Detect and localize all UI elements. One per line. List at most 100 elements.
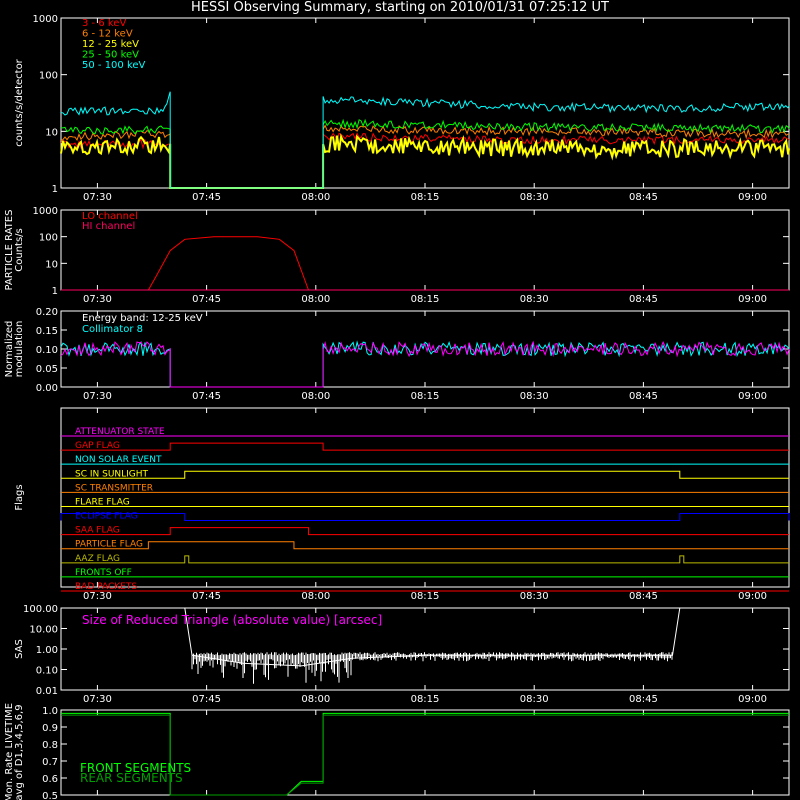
flag-label: NON SOLAR EVENT: [75, 455, 162, 465]
y-tick-label: 10.00: [29, 625, 58, 636]
x-tick-label: 08:45: [629, 694, 658, 705]
flag-label: FLARE FLAG: [75, 497, 130, 507]
y-tick-label: 0.20: [36, 307, 58, 318]
x-tick-label: 08:15: [411, 591, 440, 602]
y-axis-label: Flags: [14, 484, 25, 510]
y-axis-label-line: avg of D1,3,4,5,6,9: [14, 704, 25, 800]
flag-line: [61, 555, 789, 564]
y-tick-label: 0.05: [36, 364, 58, 375]
flag-label: SC TRANSMITTER: [75, 483, 153, 493]
x-tick-label: 07:30: [83, 192, 112, 203]
y-tick-label: 100.00: [23, 604, 58, 615]
legend-entry: Collimator 8: [82, 324, 143, 335]
x-tick-label: 07:30: [83, 591, 112, 602]
flag-label: ECLIPSE FLAG: [75, 512, 138, 522]
y-axis-label-line: modulation: [14, 321, 25, 378]
legend-entry: 12 - 25 keV: [82, 39, 139, 50]
y-tick-label: 10: [45, 259, 58, 270]
flag-line: [61, 442, 789, 451]
legend-entry: 3 - 6 keV: [82, 18, 126, 29]
x-tick-label: 09:00: [738, 391, 767, 402]
y-tick-label: 0.15: [36, 326, 58, 337]
sas-noise: [191, 652, 673, 684]
flag-label: SAA FLAG: [75, 526, 120, 536]
x-tick-label: 09:00: [738, 694, 767, 705]
x-tick-label: 08:00: [301, 192, 330, 203]
x-tick-label: 07:45: [192, 391, 221, 402]
legend-entry: REAR SEGMENTS: [80, 771, 183, 785]
x-tick-label: 08:30: [520, 391, 549, 402]
x-tick-label: 09:00: [738, 591, 767, 602]
y-tick-label: 1.00: [36, 645, 58, 656]
x-tick-label: 08:45: [629, 294, 658, 305]
flag-label: PARTICLE FLAG: [75, 540, 143, 550]
y-tick-label: 0.7: [42, 757, 58, 768]
panel-6: Mon. Rate LIVETIMEavg of D1,3,4,5,6,9: [4, 703, 790, 800]
x-tick-label: 08:45: [629, 192, 658, 203]
x-tick-label: 07:45: [192, 591, 221, 602]
y-tick-label: 1: [52, 184, 58, 195]
x-tick-label: 08:30: [520, 192, 549, 203]
x-tick-label: 07:45: [192, 294, 221, 305]
flag-line: [61, 541, 789, 550]
x-tick-label: 08:00: [301, 294, 330, 305]
y-tick-label: 1.0: [42, 706, 58, 717]
x-tick-label: 07:45: [192, 192, 221, 203]
x-tick-label: 08:15: [411, 294, 440, 305]
observing-summary-plots: counts/s/detector 07:30 07:45 08:00 08:15 08:…: [4, 14, 790, 800]
legend-entry: 50 - 100 keV: [82, 60, 146, 71]
flag-label: SC IN SUNLIGHT: [75, 469, 149, 479]
y-tick-label: 1: [52, 286, 58, 297]
legend-entry: 25 - 50 keV: [82, 50, 139, 61]
x-tick-label: 08:45: [629, 591, 658, 602]
flag-label: ATTENUATOR STATE: [75, 427, 165, 437]
y-axis-label: counts/s/detector: [14, 58, 25, 146]
x-tick-label: 09:00: [738, 294, 767, 305]
flag-label: AAZ FLAG: [75, 554, 120, 564]
flag-label: FRONTS OFF: [75, 568, 132, 578]
x-tick-label: 07:30: [83, 294, 112, 305]
y-tick-label: 1000: [33, 14, 58, 25]
legend-entry: HI channel: [82, 221, 135, 232]
y-tick-label: 0.10: [36, 666, 58, 677]
x-tick-label: 08:00: [301, 591, 330, 602]
x-tick-label: 08:15: [411, 192, 440, 203]
energy-band-annotation: Energy band: 12-25 keV: [82, 313, 203, 324]
y-tick-label: 0.6: [42, 774, 58, 785]
sas-annotation: Size of Reduced Triangle (absolute value…: [82, 613, 382, 627]
legend-entry: 6 - 12 keV: [82, 29, 133, 40]
y-tick-label: 0.10: [36, 345, 58, 356]
x-tick-label: 08:30: [520, 591, 549, 602]
y-tick-label: 0.01: [36, 686, 58, 697]
x-tick-label: 07:45: [192, 694, 221, 705]
y-axis-label-line: Counts/s: [14, 228, 25, 272]
flag-line: [61, 527, 789, 536]
y-tick-label: 10: [45, 127, 58, 138]
x-tick-label: 08:00: [301, 694, 330, 705]
y-axis-label: SAS: [14, 639, 25, 659]
y-axis-label: Mon. Rate LIVETIMEavg of D1,3,4,5,6,9: [4, 703, 25, 800]
x-tick-label: 08:00: [301, 391, 330, 402]
x-tick-label: 08:30: [520, 694, 549, 705]
x-tick-label: 09:00: [738, 192, 767, 203]
y-tick-label: 100: [39, 233, 58, 244]
y-tick-label: 1000: [33, 206, 58, 217]
y-tick-label: 0.00: [36, 383, 58, 394]
flag-line: [60, 513, 790, 522]
flag-line: [61, 470, 789, 479]
x-tick-label: 07:30: [83, 391, 112, 402]
y-axis-label: PARTICLE RATESCounts/s: [4, 210, 25, 291]
x-tick-label: 08:45: [629, 391, 658, 402]
y-axis-label: Normalizedmodulation: [4, 321, 25, 378]
x-tick-label: 08:15: [411, 694, 440, 705]
flag-label: BAD PACKETS: [75, 582, 137, 592]
flag-label: GAP FLAG: [75, 441, 120, 451]
x-tick-label: 07:30: [83, 694, 112, 705]
y-tick-label: 0.8: [42, 740, 58, 751]
y-tick-label: 100: [39, 71, 58, 82]
x-tick-label: 08:15: [411, 391, 440, 402]
y-tick-label: 0.5: [42, 791, 58, 800]
x-tick-label: 08:30: [520, 294, 549, 305]
y-tick-label: 0.9: [42, 723, 58, 734]
series-line-lo-channel: [61, 236, 789, 291]
